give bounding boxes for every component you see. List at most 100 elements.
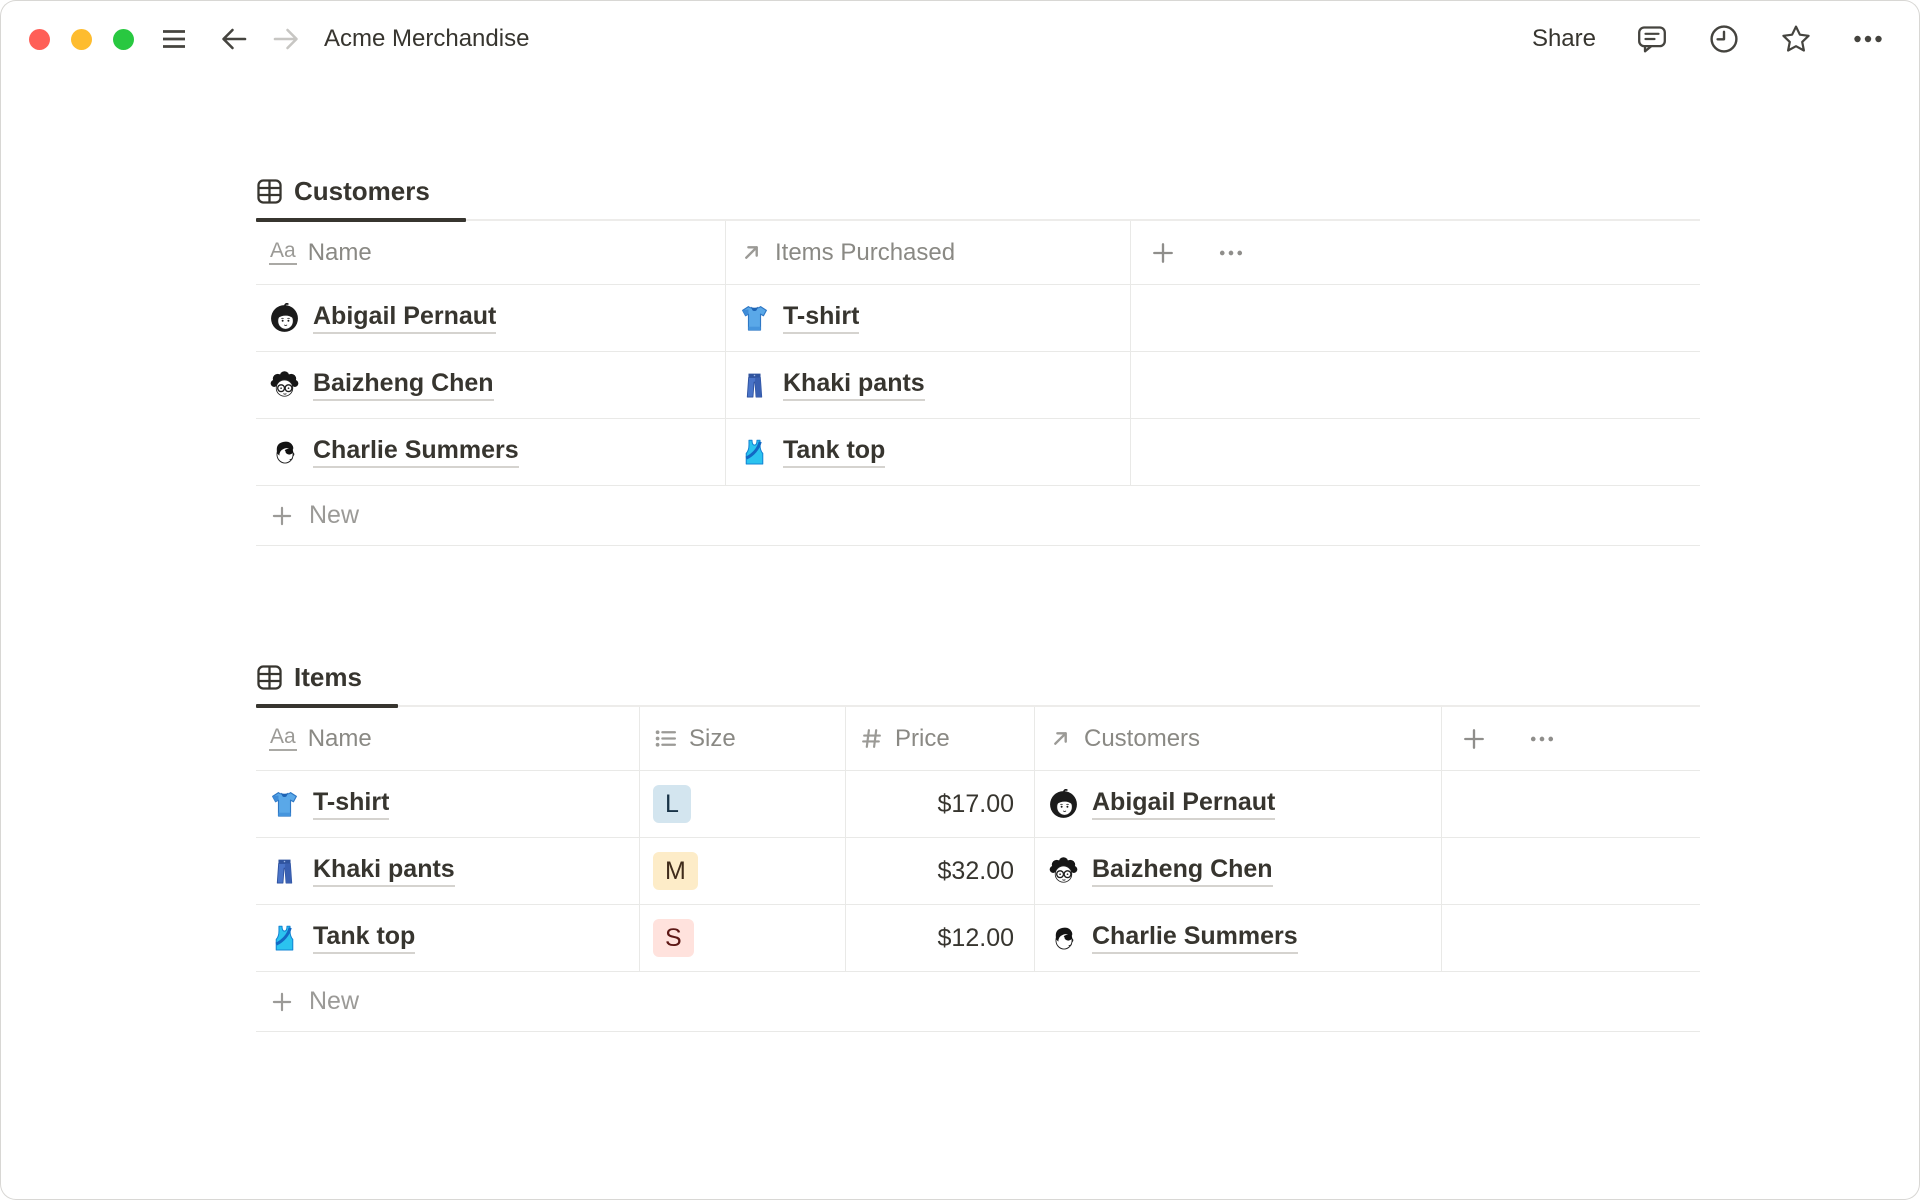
items-purchased-cell[interactable]: T-shirt: [725, 285, 1130, 351]
price-value: $32.00: [937, 856, 1014, 885]
item-name: T-shirt: [783, 302, 860, 334]
page-link[interactable]: Baizheng Chen: [269, 369, 494, 401]
share-button[interactable]: Share: [1532, 25, 1596, 53]
customers-cell[interactable]: Abigail Pernaut: [1034, 771, 1441, 837]
tab-label: Customers: [294, 176, 430, 206]
forward-arrow-icon: [270, 23, 302, 55]
relation-link[interactable]: Abigail Pernaut: [1048, 788, 1276, 820]
table-row: Charlie Summers Tank top: [256, 419, 1700, 486]
customers-header-extra: [1130, 221, 1700, 284]
comment-icon: [1636, 23, 1668, 55]
customers-cell[interactable]: Charlie Summers: [1034, 905, 1441, 971]
forward-button[interactable]: [270, 23, 302, 55]
column-header-items-purchased[interactable]: Items Purchased: [725, 221, 1130, 284]
column-header-price[interactable]: Price: [845, 707, 1034, 770]
name-cell[interactable]: Baizheng Chen: [256, 352, 725, 418]
relation-link[interactable]: Tank top: [739, 436, 886, 468]
sidebar-menu-button[interactable]: [158, 23, 190, 55]
items-purchased-cell[interactable]: Tank top: [725, 419, 1130, 485]
tank-top-emoji: [269, 923, 300, 954]
page-link[interactable]: Khaki pants: [269, 855, 455, 887]
item-name: Khaki pants: [783, 369, 925, 401]
favorite-button[interactable]: [1780, 23, 1812, 55]
column-label: Customers: [1084, 724, 1201, 752]
price-cell[interactable]: $12.00: [845, 905, 1034, 971]
name-cell[interactable]: Abigail Pernaut: [256, 285, 725, 351]
tab-customers[interactable]: Customers: [256, 170, 466, 222]
item-name: Tank top: [783, 436, 886, 468]
customers-cell[interactable]: Baizheng Chen: [1034, 838, 1441, 904]
customer-name: Baizheng Chen: [313, 369, 494, 401]
column-header-name[interactable]: Aa Name: [256, 707, 639, 770]
price-value: $12.00: [937, 923, 1014, 952]
add-property-button[interactable]: [1149, 239, 1177, 267]
avatar-charlie: [1048, 923, 1079, 954]
comments-button[interactable]: [1636, 23, 1668, 55]
page-link[interactable]: T-shirt: [269, 788, 390, 820]
relation-link[interactable]: Charlie Summers: [1048, 922, 1298, 954]
page-link[interactable]: Charlie Summers: [269, 436, 519, 468]
items-purchased-cell[interactable]: Khaki pants: [725, 352, 1130, 418]
text-property-icon: Aa: [269, 725, 297, 752]
items-view-tabs: Items: [256, 656, 1700, 708]
close-window-button[interactable]: [29, 28, 50, 50]
relation-icon: [739, 240, 764, 265]
tab-label: Items: [294, 662, 362, 692]
relation-link[interactable]: Baizheng Chen: [1048, 855, 1273, 887]
empty-cell: [1130, 419, 1700, 485]
avatar-abigail: [1048, 789, 1079, 820]
tshirt-emoji: [739, 303, 770, 334]
table-options-button[interactable]: [1217, 239, 1245, 267]
price-cell[interactable]: $32.00: [845, 838, 1034, 904]
minimize-window-button[interactable]: [71, 28, 92, 50]
column-label: Name: [307, 724, 372, 752]
back-button[interactable]: [218, 23, 250, 55]
table-row: Khaki pants M $32.00 Baizheng Chen: [256, 838, 1700, 905]
price-cell[interactable]: $17.00: [845, 771, 1034, 837]
page-link[interactable]: Tank top: [269, 922, 416, 954]
table-options-button[interactable]: [1528, 725, 1556, 753]
customers-view-tabs: Customers: [256, 170, 1700, 222]
ellipsis-icon: [1852, 23, 1884, 55]
column-label: Size: [689, 724, 736, 752]
size-badge: S: [653, 919, 694, 957]
name-cell[interactable]: Khaki pants: [256, 838, 639, 904]
add-property-button[interactable]: [1460, 725, 1488, 753]
empty-cell: [1441, 771, 1700, 837]
size-cell[interactable]: L: [639, 771, 845, 837]
column-header-size[interactable]: Size: [639, 707, 845, 770]
price-value: $17.00: [937, 789, 1014, 818]
name-cell[interactable]: Tank top: [256, 905, 639, 971]
column-header-name[interactable]: Aa Name: [256, 221, 725, 284]
page-title: Acme Merchandise: [324, 25, 530, 52]
select-icon: [653, 726, 678, 751]
page-link[interactable]: Abigail Pernaut: [269, 302, 497, 334]
zoom-window-button[interactable]: [113, 28, 134, 50]
column-header-customers[interactable]: Customers: [1034, 707, 1441, 770]
app-window: Acme Merchandise Share Customers Aa Name…: [0, 0, 1920, 1200]
size-cell[interactable]: S: [639, 905, 845, 971]
more-options-button[interactable]: [1852, 23, 1884, 55]
clock-icon: [1708, 23, 1740, 55]
name-cell[interactable]: T-shirt: [256, 771, 639, 837]
item-name: Tank top: [313, 922, 416, 954]
items-header-row: Aa Name Size Price Customers: [256, 707, 1700, 771]
item-name: T-shirt: [313, 788, 390, 820]
plus-icon: [269, 989, 295, 1015]
new-row-button[interactable]: New: [256, 486, 1700, 546]
new-row-button[interactable]: New: [256, 972, 1700, 1032]
items-database: Items Aa Name Size Price Customers T-shi…: [256, 656, 1700, 1032]
name-cell[interactable]: Charlie Summers: [256, 419, 725, 485]
relation-link[interactable]: T-shirt: [739, 302, 860, 334]
updates-button[interactable]: [1708, 23, 1740, 55]
relation-link[interactable]: Khaki pants: [739, 369, 925, 401]
table-row: Tank top S $12.00 Charlie Summers: [256, 905, 1700, 972]
number-icon: [859, 726, 884, 751]
table-row: Abigail Pernaut T-shirt: [256, 285, 1700, 352]
item-name: Khaki pants: [313, 855, 455, 887]
customers-database: Customers Aa Name Items Purchased Abigai…: [256, 170, 1700, 546]
avatar-baizheng: [269, 370, 300, 401]
size-cell[interactable]: M: [639, 838, 845, 904]
tab-items[interactable]: Items: [256, 656, 398, 708]
table-row: T-shirt L $17.00 Abigail Pernaut: [256, 771, 1700, 838]
